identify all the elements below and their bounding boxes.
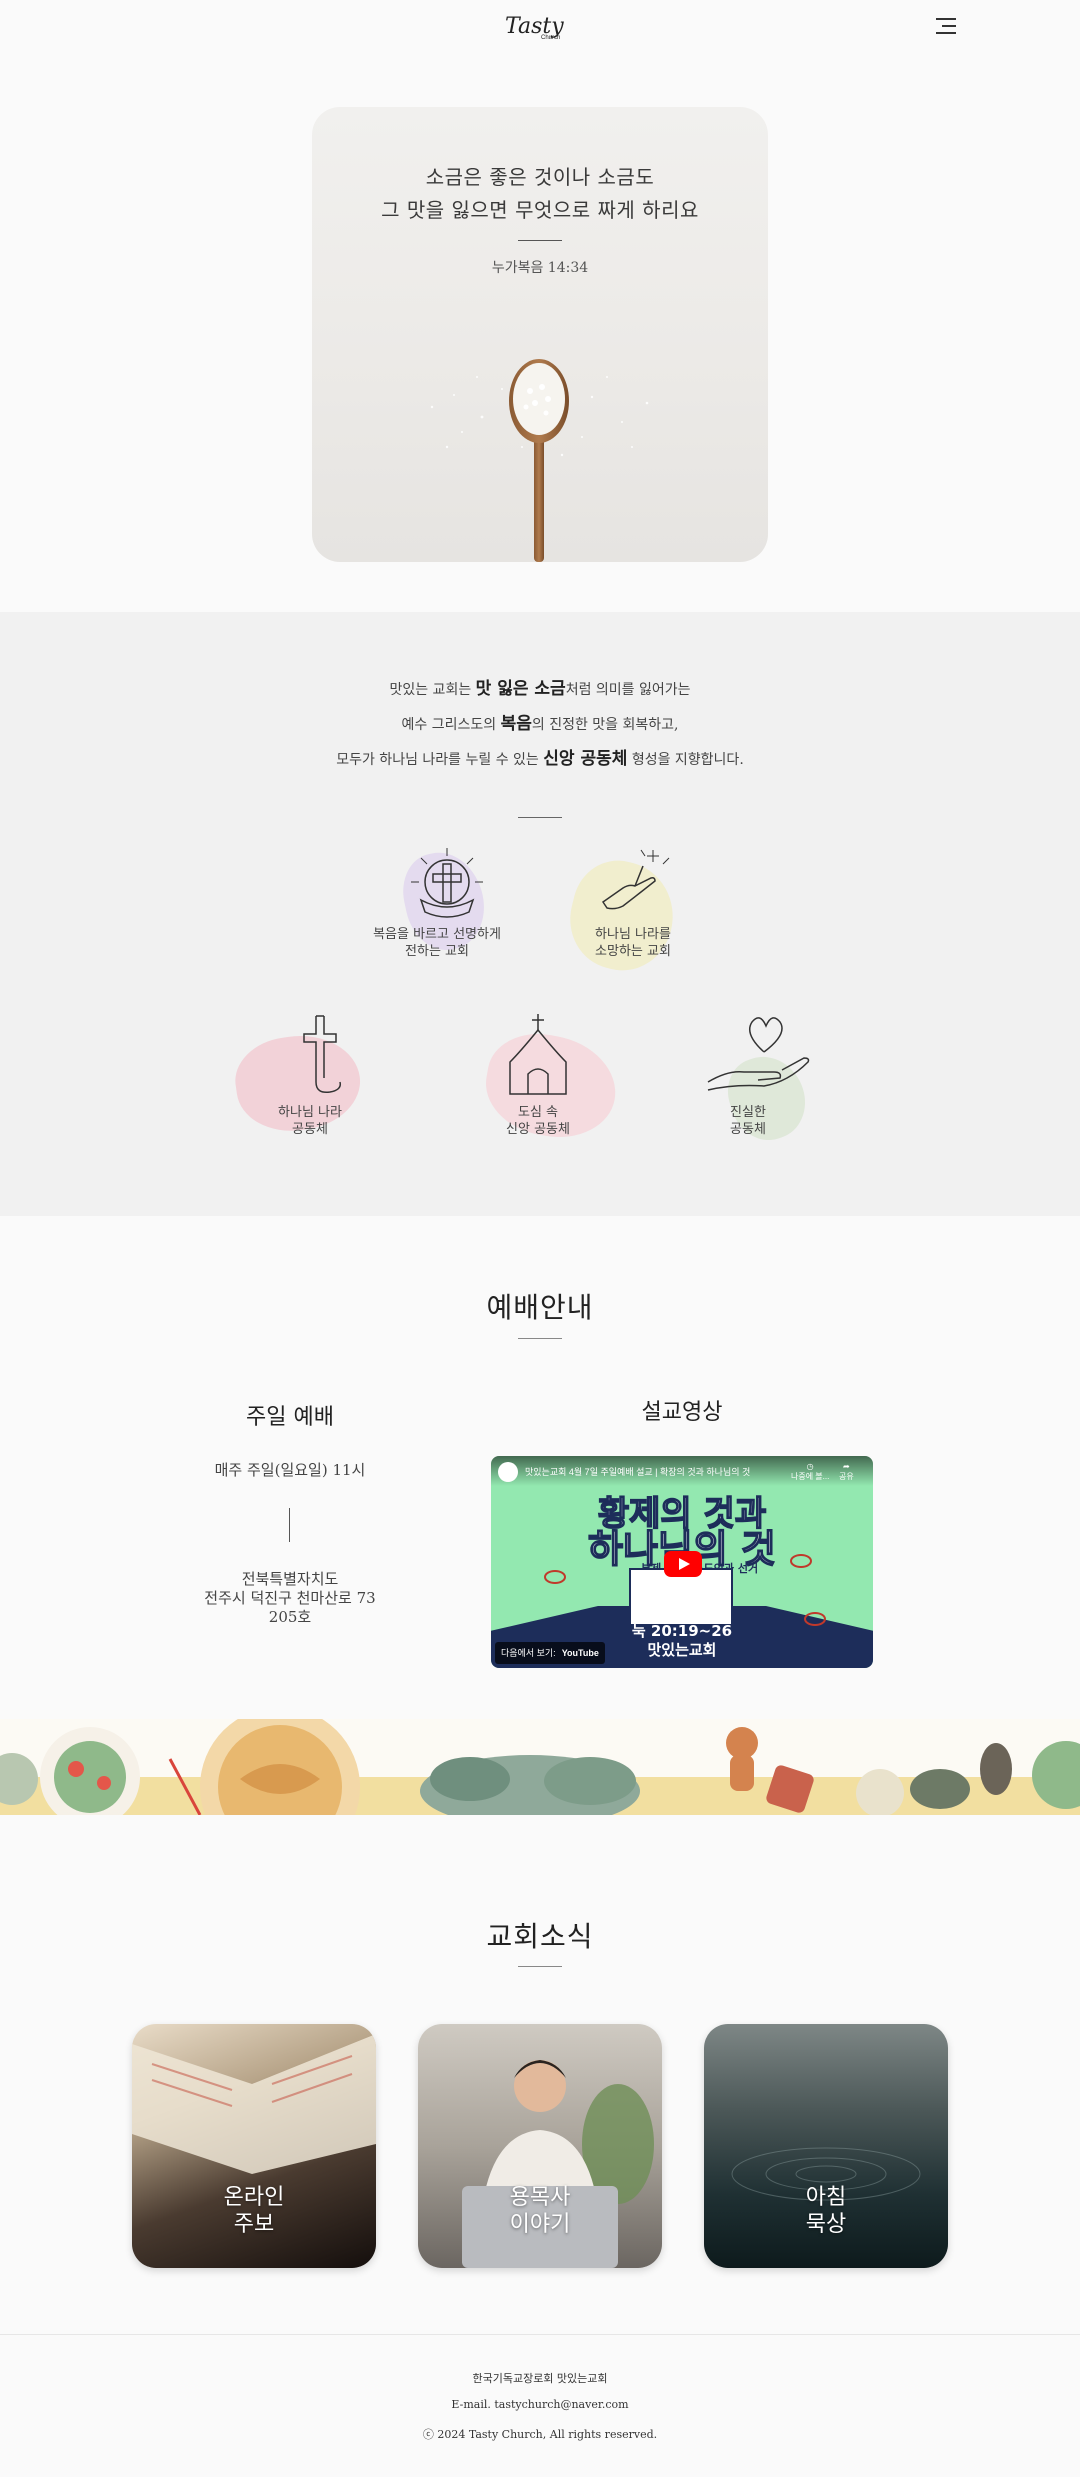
page: Tasty Church 소금은 좋은 것이나 소금도 그 맛을 잃으면 무엇으… [0,0,1080,2477]
logo-subtext: Church [541,35,561,41]
news-title-divider [518,1966,562,1967]
church-address: 전북특별자치도 전주시 덕진구 천마산로 73 205호 [204,1570,376,1626]
news-card-online-bulletin[interactable]: 온라인 주보 [132,2024,376,2268]
value-label: 복음을 바르고 선명하게 전하는 교회 [373,927,501,959]
value-label: 도심 속 신앙 공동체 [506,1105,570,1137]
cross-sun-icon [411,848,483,918]
hero-verse-line-2: 그 맛을 잃으면 무엇으로 짜게 하리요 [381,198,699,222]
news-card-label: 온라인 주보 [223,2185,285,2237]
share-icon[interactable]: ➦ 공유 [839,1462,854,1482]
watch-on-youtube-button[interactable]: 다음에서 보기: YouTube [495,1642,605,1664]
value-item-gospel: 복음을 바르고 선명하게 전하는 교회 [357,844,517,994]
mission-line-1: 맛있는 교회는 맛 잃은 소금처럼 의미를 잃어가는 [389,679,691,699]
mission-line-2: 예수 그리스도의 복음의 진정한 맛을 회복하고, [401,714,679,734]
grave-cross-icon [303,1015,342,1094]
open-book-image [132,2034,376,2174]
worship-section-title: 예배안내 [486,1291,594,1324]
hero-verse-card: 소금은 좋은 것이나 소금도 그 맛을 잃으면 무엇으로 짜게 하리요 누가복음… [312,107,768,562]
video-verse-reference: 눅 20:19~26 [631,1622,733,1640]
play-button-icon[interactable] [664,1551,702,1577]
sermon-video-title: 설교영상 [641,1400,723,1425]
footer-copyright: ⓒ 2024 Tasty Church, All rights reserved… [422,2428,658,2441]
hero-verse-line-1: 소금은 좋은 것이나 소금도 [425,165,655,189]
value-item-kingdom: 하나님 나라를 소망하는 교회 [553,844,713,994]
news-card-pastor-story[interactable]: 용목사 이야기 [418,2024,662,2268]
heart-hand-icon [707,1017,810,1091]
mission-divider [518,817,562,818]
vote-stamp-icon [544,1570,566,1584]
chapel-icon [509,1014,567,1095]
sunday-service-time: 매주 주일(일요일) 11시 [214,1461,366,1479]
footer-divider [0,2334,1080,2335]
header: Tasty Church [0,0,1080,56]
video-title[interactable]: 맛있는교회 4월 7일 주일예배 설교 | 확장의 것과 하나님의 것 [525,1465,750,1478]
sermon-video-player[interactable]: 황제의 것과 하나님의 것 부제 : 그리스도인과 선거 눅 20:19~26 … [491,1456,873,1668]
hero-divider [518,240,562,241]
watch-later-icon[interactable]: ◷ 나중에 볼... [791,1462,829,1482]
value-item-city: 도심 속 신앙 공동체 [458,1012,624,1162]
value-item-truth: 진실한 공동체 [668,1012,828,1162]
sunday-service-title: 주일 예배 [246,1405,334,1430]
hand-sparkle-icon [601,849,670,910]
hero-verse-reference: 누가복음 14:34 [491,260,589,276]
worship-title-divider [518,1338,562,1339]
news-section-title: 교회소식 [486,1920,594,1953]
food-illustration-banner [0,1719,1080,1815]
food-illustrations [0,1719,1080,1815]
vote-stamp-icon [790,1554,812,1568]
wooden-spoon-image [509,359,569,562]
hamburger-menu-icon[interactable] [934,18,956,34]
news-card-morning-meditation[interactable]: 아침 묵상 [704,2024,948,2268]
mission-section: 맛있는 교회는 맛 잃은 소금처럼 의미를 잃어가는 예수 그리스도의 복음의 … [0,612,1080,1216]
news-card-label: 용목사 이야기 [509,2185,571,2237]
channel-avatar[interactable] [498,1462,518,1482]
footer-email[interactable]: E-mail. tastychurch@naver.com [0,2398,1080,2411]
value-label: 하나님 나라를 소망하는 교회 [595,927,671,959]
news-card-label: 아침 묵상 [805,2185,847,2237]
value-label: 하나님 나라 공동체 [278,1105,342,1137]
mission-line-3: 모두가 하나님 나라를 누릴 수 있는 신앙 공동체 형성을 지향합니다. [336,749,744,769]
worship-divider [289,1508,290,1542]
logo[interactable]: Tasty Church [503,12,564,46]
value-item-community: 하나님 나라 공동체 [230,1012,390,1162]
footer-church-name: 한국기독교장로회 맛있는교회 [472,2372,608,2385]
value-label: 진실한 공동체 [730,1105,766,1137]
